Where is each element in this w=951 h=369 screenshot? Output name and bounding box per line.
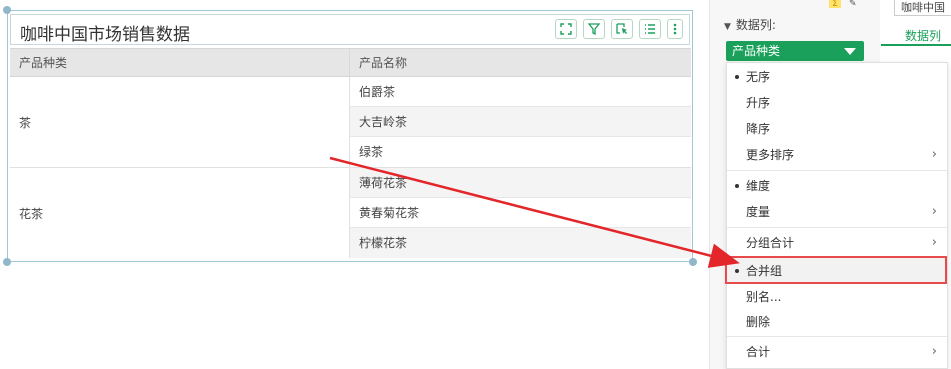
annotation-arrow [329,156,740,268]
